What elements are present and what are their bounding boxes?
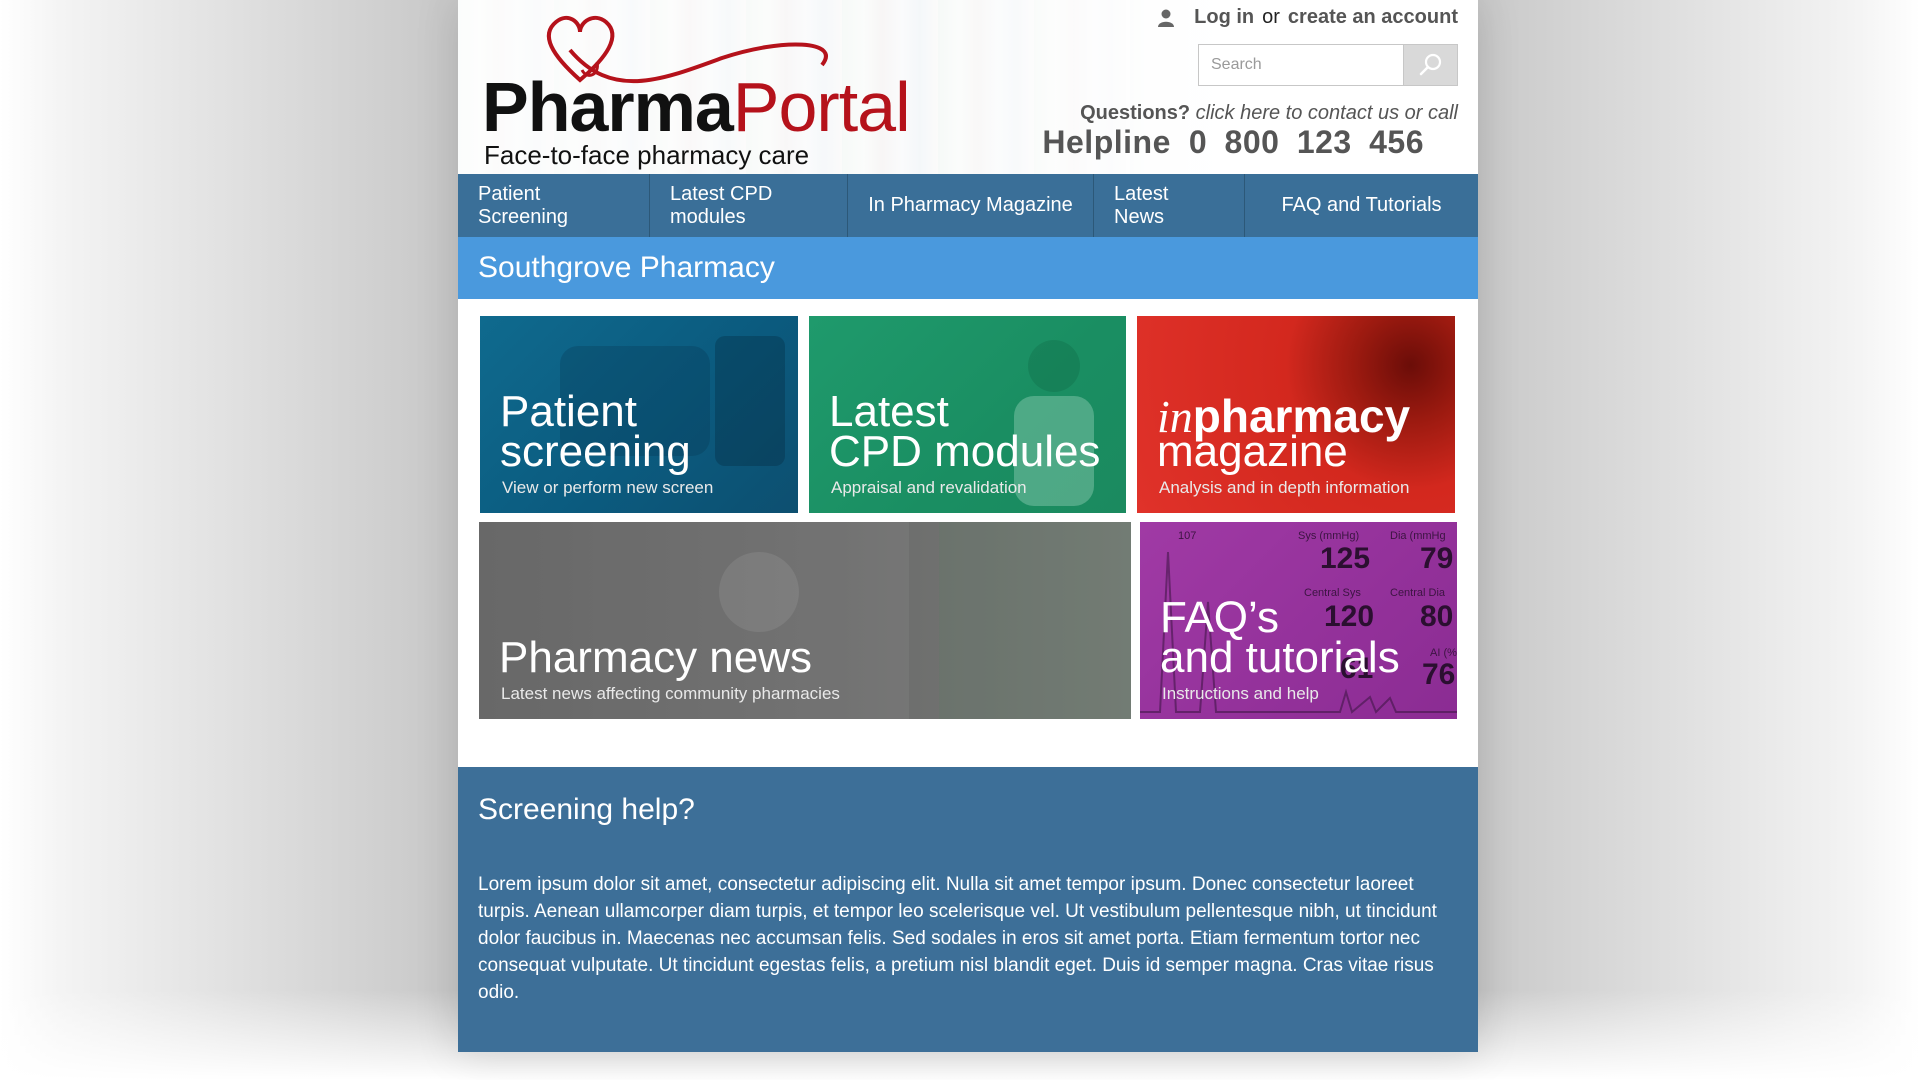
search-input[interactable] xyxy=(1198,44,1404,86)
tile-subtitle: Latest news affecting community pharmaci… xyxy=(501,684,840,703)
tile-latest-cpd[interactable]: Latest CPD modules Appraisal and revalid… xyxy=(809,316,1126,513)
nav-item-latest-news[interactable]: Latest News xyxy=(1094,174,1245,237)
screening-help-panel: Screening help? Lorem ipsum dolor sit am… xyxy=(458,767,1478,1052)
user-icon xyxy=(1158,9,1175,27)
account-links: Log in or create an account xyxy=(1156,6,1458,29)
header: PharmaPortal Face-to-face pharmacy care … xyxy=(458,0,1478,174)
nav-item-cpd-modules[interactable]: Latest CPD modules xyxy=(650,174,848,237)
contact-link[interactable]: click here to contact us or call xyxy=(1196,102,1458,124)
tile-subtitle: View or perform new screen xyxy=(502,478,714,497)
questions-label: Questions? xyxy=(1080,102,1191,124)
tile-title-line2: and tutorials xyxy=(1160,633,1400,682)
tile-subtitle: Instructions and help xyxy=(1162,684,1319,703)
tile-patient-screening[interactable]: Patient screening View or perform new sc… xyxy=(480,316,798,513)
logo[interactable]: PharmaPortal Face-to-face pharmacy care xyxy=(482,10,922,170)
login-link[interactable]: Log in xyxy=(1194,6,1254,29)
value-76: 76 xyxy=(1422,658,1456,691)
tile-title-line2: CPD modules xyxy=(829,427,1101,476)
tile-title-line1: Patient xyxy=(500,387,637,436)
logo-wordmark: PharmaPortal xyxy=(482,72,911,142)
tile-title-line1: Latest xyxy=(829,387,949,436)
tile-title-line2: magazine xyxy=(1157,427,1348,476)
tile-subtitle: Analysis and in depth information xyxy=(1159,478,1410,497)
create-account-link[interactable]: create an account xyxy=(1288,6,1458,29)
central-sys-label: Central Sys xyxy=(1304,587,1361,599)
central-sys-value: 120 xyxy=(1324,600,1375,633)
dia-value: 79 xyxy=(1420,542,1454,575)
helpline: Helpline 0 800 123 456 xyxy=(1042,124,1424,161)
page-title: Southgrove Pharmacy xyxy=(478,251,775,284)
nav-item-in-pharmacy-magazine[interactable]: In Pharmacy Magazine xyxy=(848,174,1094,237)
logo-pharma-text: Pharma xyxy=(482,68,734,146)
site-container: PharmaPortal Face-to-face pharmacy care … xyxy=(458,0,1478,1052)
sys-value: 125 xyxy=(1320,542,1371,575)
or-text: or xyxy=(1262,6,1280,28)
search-icon xyxy=(1419,53,1441,76)
nav-item-faq-tutorials[interactable]: FAQ and Tutorials xyxy=(1245,174,1478,237)
page-title-bar: Southgrove Pharmacy xyxy=(458,237,1478,299)
nav-item-patient-screening[interactable]: Patient Screening xyxy=(458,174,650,237)
tile-title: Pharmacy news xyxy=(499,633,813,682)
dia-label: Dia (mmHg xyxy=(1390,530,1446,542)
central-dia-value: 80 xyxy=(1420,600,1454,633)
help-title: Screening help? xyxy=(478,793,695,826)
questions-line: Questions? click here to contact us or c… xyxy=(1080,102,1458,125)
tile-pharmacy-news[interactable]: Pharmacy news Latest news affecting comm… xyxy=(479,522,1131,719)
logo-tagline: Face-to-face pharmacy care xyxy=(484,140,810,170)
tile-grid: Patient screening View or perform new sc… xyxy=(458,299,1478,769)
helpline-label: Helpline xyxy=(1042,124,1171,160)
logo-portal-text: Portal xyxy=(732,68,911,146)
tile-faq-tutorials[interactable]: 107 Sys (mmHg) Dia (mmHg 125 79 Central … xyxy=(1140,522,1457,719)
central-dia-label: Central Dia xyxy=(1390,587,1446,599)
search-button[interactable] xyxy=(1404,44,1458,86)
main-nav: Patient Screening Latest CPD modules In … xyxy=(458,174,1478,237)
bp-value-107: 107 xyxy=(1178,530,1197,542)
sys-label: Sys (mmHg) xyxy=(1298,530,1360,542)
search-box xyxy=(1198,44,1458,86)
help-body-text: Lorem ipsum dolor sit amet, consectetur … xyxy=(478,874,1437,1003)
tile-title-line2: screening xyxy=(500,427,691,476)
helpline-number[interactable]: 0 800 123 456 xyxy=(1189,124,1424,160)
tile-subtitle: Appraisal and revalidation xyxy=(831,478,1027,497)
tile-in-pharmacy-magazine[interactable]: inpharmacy magazine Analysis and in dept… xyxy=(1137,316,1455,513)
tile-title-line1: FAQ’s xyxy=(1160,593,1280,642)
